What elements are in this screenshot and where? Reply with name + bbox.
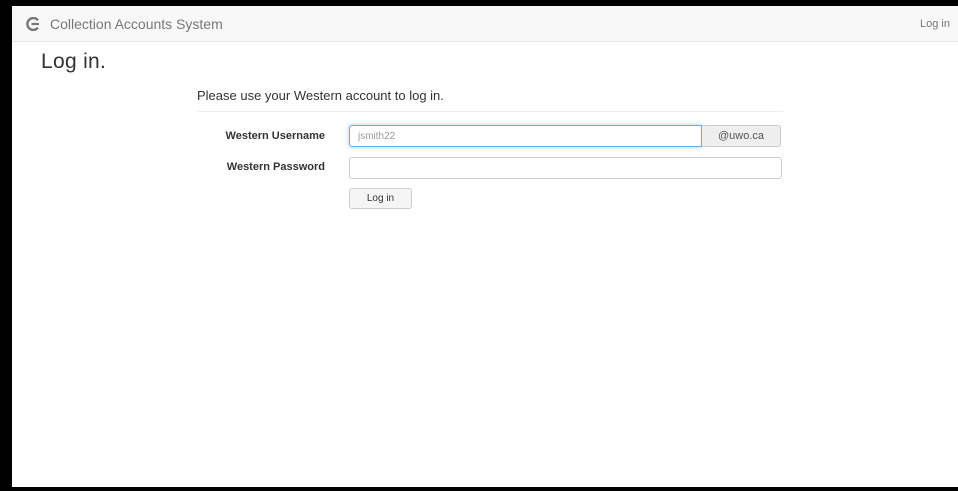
- nav-login-link[interactable]: Log in: [920, 18, 950, 30]
- form-divider: [197, 111, 783, 112]
- login-submit-button[interactable]: Log in: [349, 188, 412, 209]
- password-label: Western Password: [226, 161, 325, 173]
- app-brand-title[interactable]: Collection Accounts System: [50, 16, 223, 32]
- top-navbar: Collection Accounts System Log in: [12, 6, 958, 42]
- username-label: Western Username: [225, 130, 325, 142]
- browser-window: Collection Accounts System Log in Log in…: [12, 6, 958, 487]
- page-title: Log in.: [41, 50, 107, 73]
- username-domain-addon: @uwo.ca: [702, 125, 781, 147]
- username-input[interactable]: [349, 125, 702, 147]
- swirl-logo-icon[interactable]: [26, 17, 40, 31]
- password-input[interactable]: [349, 157, 782, 179]
- login-instructions: Please use your Western account to log i…: [197, 88, 444, 103]
